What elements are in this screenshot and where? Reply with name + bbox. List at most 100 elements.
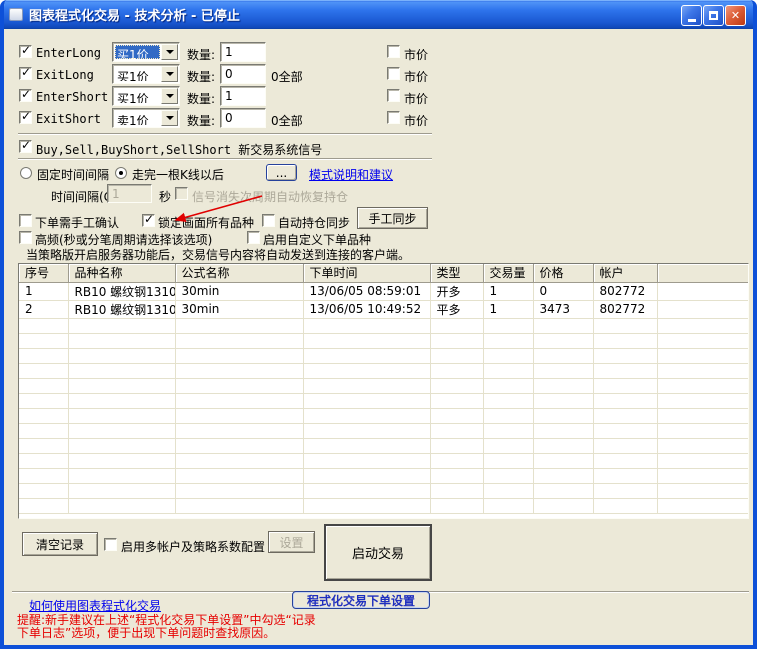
exitshort-checkbox[interactable] — [19, 111, 32, 124]
enterlong-price-value: 买1价 — [115, 45, 160, 59]
table-row-empty — [19, 468, 748, 483]
col-header-type[interactable]: 类型 — [430, 264, 483, 282]
exitlong-price-value: 买1价 — [115, 67, 160, 81]
new-signal-label: Buy,Sell,BuyShort,SellShort 新交易系统信号 — [36, 141, 322, 158]
auto-position-sync-checkbox[interactable] — [262, 214, 275, 227]
close-button[interactable]: ✕ — [725, 5, 746, 26]
server-note: 当策略版开启服务器功能后，交易信号内容将自动发送到连接的客户端。 — [26, 246, 410, 263]
new-signal-checkbox[interactable] — [19, 140, 32, 153]
enterlong-checkbox[interactable] — [19, 45, 32, 58]
exitlong-checkbox[interactable] — [19, 67, 32, 80]
exitlong-market-checkbox[interactable] — [387, 67, 400, 80]
signal-table[interactable]: 序号 品种名称 公式名称 下单时间 类型 交易量 价格 帐户 1 RB10 螺纹… — [18, 263, 749, 519]
entershort-price-select[interactable]: 买1价 — [112, 86, 180, 106]
table-row-empty — [19, 483, 748, 498]
manual-sync-button[interactable]: 手工同步 — [357, 207, 428, 229]
exitshort-dropdown-button[interactable] — [161, 110, 178, 126]
exitshort-price-value: 卖1价 — [115, 111, 160, 125]
custom-symbol-checkbox[interactable] — [247, 231, 260, 244]
fixed-interval-label: 固定时间间隔 — [37, 166, 109, 183]
interval-input: 1 — [107, 184, 152, 203]
interval-unit-label: 秒 — [159, 188, 171, 205]
exitlong-dropdown-button[interactable] — [161, 66, 178, 82]
minimize-button[interactable] — [681, 5, 702, 26]
enterlong-qty-input[interactable] — [220, 42, 266, 62]
manual-confirm-label: 下单需手工确认 — [35, 214, 119, 231]
cell-volume: 1 — [483, 282, 533, 300]
entershort-market-checkbox[interactable] — [387, 89, 400, 102]
cell-formula: 30min — [175, 282, 303, 300]
entershort-dropdown-button[interactable] — [161, 88, 178, 104]
exitlong-label: ExitLong — [36, 68, 94, 82]
enterlong-label: EnterLong — [36, 46, 101, 60]
enterlong-dropdown-button[interactable] — [161, 44, 178, 60]
signal-table-body: 1 RB10 螺纹钢1310 30min 13/06/05 08:59:01 开… — [19, 282, 748, 513]
app-window: 图表程式化交易 - 技术分析 - 已停止 ✕ EnterLong 买1价 数量:… — [0, 0, 757, 649]
table-row[interactable]: 2 RB10 螺纹钢1310 30min 13/06/05 10:49:52 平… — [19, 300, 748, 318]
col-header-ordertime[interactable]: 下单时间 — [303, 264, 430, 282]
table-row-empty — [19, 438, 748, 453]
exitlong-qty-input[interactable] — [220, 64, 266, 84]
multi-account-label: 启用多帐户及策略系数配置 — [121, 538, 265, 555]
maximize-button[interactable] — [703, 5, 724, 26]
entershort-checkbox[interactable] — [19, 89, 32, 102]
cell-type: 平多 — [430, 300, 483, 318]
divider — [18, 158, 432, 160]
all-suffix-label: 0全部 — [271, 112, 303, 129]
col-header-formula[interactable]: 公式名称 — [175, 264, 303, 282]
cell-seq: 1 — [19, 282, 68, 300]
cell-type: 开多 — [430, 282, 483, 300]
cell-price: 0 — [533, 282, 593, 300]
market-label: 市价 — [404, 68, 428, 85]
more-options-button[interactable]: ... — [266, 164, 297, 181]
market-label: 市价 — [404, 112, 428, 129]
manual-confirm-checkbox[interactable] — [19, 214, 32, 227]
qty-label: 数量: — [187, 46, 215, 63]
mode-help-link[interactable]: 模式说明和建议 — [309, 166, 393, 183]
enterlong-market-checkbox[interactable] — [387, 45, 400, 58]
start-trading-button[interactable]: 启动交易 — [324, 524, 432, 581]
reminder-line2: 下单日志”选项，便于出现下单问题时查找原因。 — [17, 624, 275, 641]
enterlong-price-select[interactable]: 买1价 — [112, 42, 180, 62]
cell-symbol: RB10 螺纹钢1310 — [68, 300, 175, 318]
close-icon: ✕ — [731, 9, 740, 22]
table-row[interactable]: 1 RB10 螺纹钢1310 30min 13/06/05 08:59:01 开… — [19, 282, 748, 300]
table-row-empty — [19, 408, 748, 423]
qty-label: 数量: — [187, 68, 215, 85]
exitshort-label: ExitShort — [36, 112, 101, 126]
title-bar: 图表程式化交易 - 技术分析 - 已停止 ✕ — [0, 0, 757, 29]
qty-label: 数量: — [187, 90, 215, 107]
cell-account: 802772 — [593, 282, 657, 300]
order-settings-button[interactable]: 程式化交易下单设置 — [292, 591, 430, 609]
clear-records-button[interactable]: 清空记录 — [22, 532, 98, 556]
exitshort-price-select[interactable]: 卖1价 — [112, 108, 180, 128]
exitshort-market-checkbox[interactable] — [387, 111, 400, 124]
window-title: 图表程式化交易 - 技术分析 - 已停止 — [29, 5, 240, 24]
col-header-symbol[interactable]: 品种名称 — [68, 264, 175, 282]
qty-label: 数量: — [187, 112, 215, 129]
col-header-price[interactable]: 价格 — [533, 264, 593, 282]
col-header-seq[interactable]: 序号 — [19, 264, 68, 282]
high-freq-checkbox[interactable] — [19, 231, 32, 244]
col-header-account[interactable]: 帐户 — [593, 264, 657, 282]
entershort-label: EnterShort — [36, 90, 108, 104]
restore-position-checkbox — [175, 187, 188, 200]
cell-formula: 30min — [175, 300, 303, 318]
exitshort-qty-input[interactable] — [220, 108, 266, 128]
cell-volume: 1 — [483, 300, 533, 318]
after-kline-radio[interactable] — [115, 167, 127, 179]
settings-button: 设置 — [268, 531, 315, 553]
exitlong-price-select[interactable]: 买1价 — [112, 64, 180, 84]
entershort-price-value: 买1价 — [115, 89, 160, 103]
after-kline-label: 走完一根K线以后 — [132, 166, 224, 183]
col-header-volume[interactable]: 交易量 — [483, 264, 533, 282]
cell-ordertime: 13/06/05 08:59:01 — [303, 282, 430, 300]
cell-account: 802772 — [593, 300, 657, 318]
lock-all-symbols-checkbox[interactable] — [142, 214, 155, 227]
chevron-down-icon — [166, 94, 174, 98]
table-row-empty — [19, 333, 748, 348]
multi-account-checkbox[interactable] — [104, 538, 117, 551]
cell-price: 3473 — [533, 300, 593, 318]
fixed-interval-radio[interactable] — [20, 167, 32, 179]
entershort-qty-input[interactable] — [220, 86, 266, 106]
